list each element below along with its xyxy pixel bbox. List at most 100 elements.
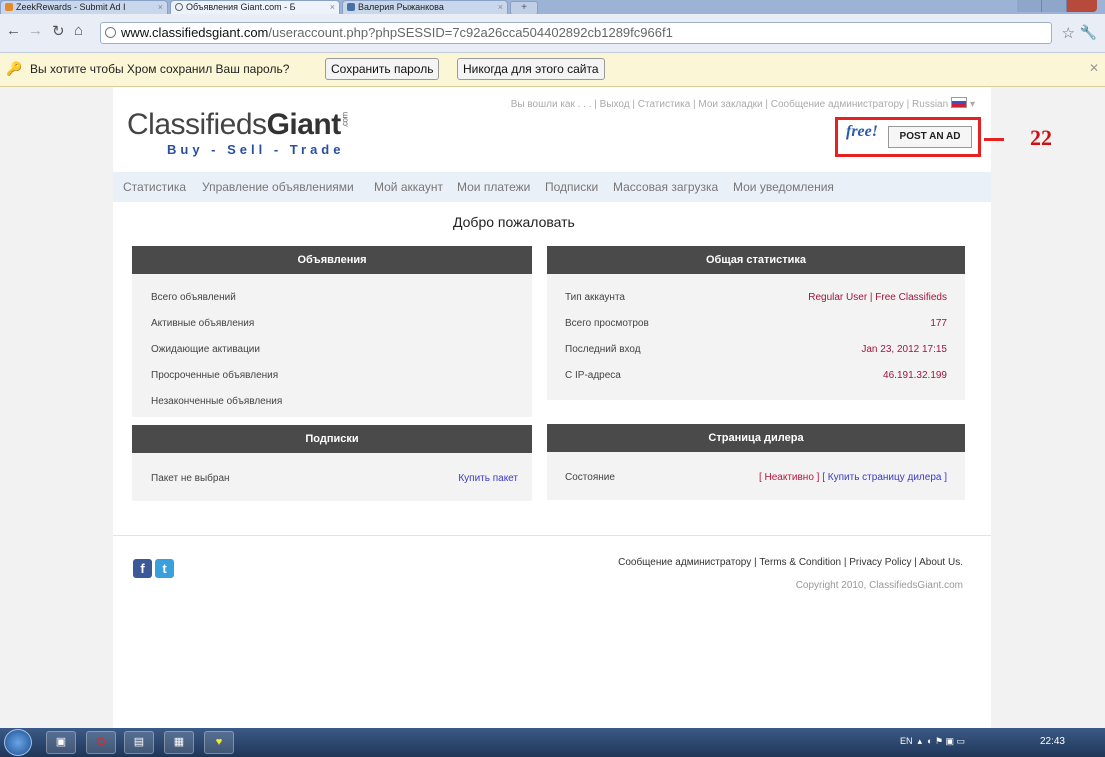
subs-box-body: Пакет не выбран Купить пакет (132, 453, 532, 501)
dealer-status-label: Состояние (565, 472, 615, 483)
footer-divider (113, 535, 991, 536)
taskbar-app-icon[interactable]: ♥ (204, 731, 234, 754)
window-controls (1017, 0, 1097, 12)
post-ad-button[interactable]: POST AN AD (888, 126, 972, 148)
language-indicator[interactable]: EN (900, 736, 913, 746)
pending-ads-label: Ожидающие активации (151, 344, 260, 355)
nav-notifications[interactable]: Мои уведомления (733, 180, 834, 194)
stats-box-body: Тип аккаунта Regular User | Free Classif… (547, 274, 965, 400)
account-type-value: Regular User | Free Classifieds (808, 292, 947, 303)
save-password-button[interactable]: Сохранить пароль (325, 58, 440, 80)
new-tab-button[interactable]: + (510, 1, 538, 15)
address-bar[interactable]: www.classifiedsgiant.com/useraccount.php… (100, 22, 1052, 44)
tab-vk[interactable]: Валерия Рыжанкова × (342, 0, 508, 14)
back-icon[interactable]: ← (6, 22, 21, 39)
never-save-button[interactable]: Никогда для этого сайта (457, 58, 605, 80)
subs-box-header: Подписки (132, 425, 532, 453)
tab-title: ZeekRewards - Submit Ad I (16, 2, 126, 12)
buy-package-link[interactable]: Купить пакет (458, 473, 518, 484)
buy-dealer-page-link[interactable]: [ Купить страницу дилера ] (822, 472, 947, 483)
free-badge: free! (846, 123, 878, 140)
close-tab-icon[interactable]: × (330, 1, 335, 14)
close-tab-icon[interactable]: × (158, 1, 163, 14)
last-login-value: Jan 23, 2012 17:15 (861, 344, 947, 355)
clock[interactable]: 22:43 (1040, 736, 1065, 747)
top-links-text[interactable]: Вы вошли как . . . | Выход | Статистика … (511, 99, 948, 110)
top-links[interactable]: Вы вошли как . . . | Выход | Статистика … (511, 97, 975, 110)
nav-manage-ads[interactable]: Управление объявлениями (202, 180, 354, 194)
nav-statistics[interactable]: Статистика (123, 180, 186, 194)
close-tab-icon[interactable]: × (498, 1, 503, 14)
dealer-status-value: [ Неактивно ] [ Купить страницу дилера ] (759, 472, 947, 483)
ip-address-value: 46.191.32.199 (883, 370, 947, 381)
ads-box-body: Всего объявлений Активные объявления Ожи… (132, 274, 532, 417)
taskbar-opera-icon[interactable]: O (86, 731, 116, 754)
total-views-label: Всего просмотров (565, 318, 649, 329)
page-content: ClassifiedsGiant.com Buy - Sell - Trade … (113, 87, 991, 728)
last-login-label: Последний вход (565, 344, 641, 355)
stats-box-header: Общая статистика (547, 246, 965, 274)
maximize-button[interactable] (1042, 0, 1067, 12)
russian-flag-icon[interactable] (951, 97, 968, 108)
copyright-text: Copyright 2010, ClassifiedsGiant.com (795, 580, 963, 591)
page-info-icon[interactable] (105, 27, 116, 38)
annotation-pointer (984, 138, 1004, 141)
dealer-box-body: Состояние [ Неактивно ] [ Купить страниц… (547, 452, 965, 500)
tab-title: Валерия Рыжанкова (358, 2, 444, 12)
infobar-message: Вы хотите чтобы Хром сохранил Ваш пароль… (30, 62, 290, 76)
no-package-label: Пакет не выбран (151, 473, 230, 484)
wrench-menu-icon[interactable]: 🔧 (1080, 24, 1097, 41)
tab-classifieds[interactable]: Объявления Giant.com - Б × (170, 0, 340, 14)
nav-my-payments[interactable]: Мои платежи (457, 180, 530, 194)
dealer-box-header: Страница дилера (547, 424, 965, 452)
annotation-number: 22 (1030, 125, 1052, 150)
chevron-down-icon[interactable]: ▾ (970, 99, 975, 110)
twitter-icon[interactable]: t (155, 559, 174, 578)
welcome-heading: Добро пожаловать (453, 214, 575, 230)
post-ad-highlight: free! POST AN AD (835, 117, 981, 157)
total-views-value: 177 (930, 318, 947, 329)
ip-address-label: С IP-адреса (565, 370, 621, 381)
forward-icon[interactable]: → (28, 22, 43, 39)
url-path: /useraccount.php?phpSESSID=7c92a26cca504… (268, 25, 673, 40)
home-icon[interactable]: ⌂ (74, 22, 83, 39)
nav-bulk-upload[interactable]: Массовая загрузка (613, 180, 718, 194)
taskbar-explorer-icon[interactable]: ▣ (46, 731, 76, 754)
site-logo[interactable]: ClassifiedsGiant.com Buy - Sell - Trade (127, 105, 353, 158)
total-ads-label: Всего объявлений (151, 292, 236, 303)
reload-icon[interactable]: ↻ (52, 22, 65, 40)
favicon-icon (175, 3, 183, 11)
windows-taskbar: ▣ O ▤ ▦ ♥ EN ▴ ◐ ⚑ ▣ ▭ 22:43 (0, 728, 1105, 757)
account-type-label: Тип аккаунта (565, 292, 625, 303)
facebook-icon[interactable]: f (133, 559, 152, 578)
taskbar-app-icon[interactable]: ▦ (164, 731, 194, 754)
close-infobar-icon[interactable]: ✕ (1089, 61, 1099, 75)
logo-text-bold: Giant (266, 108, 342, 141)
expired-ads-label: Просроченные объявления (151, 370, 279, 381)
logo-domain: .com (340, 112, 350, 128)
minimize-button[interactable] (1017, 0, 1042, 12)
account-nav: Статистика Управление объявлениями Мой а… (113, 172, 991, 202)
url-host: www.classifiedsgiant.com (121, 25, 269, 40)
footer-links[interactable]: Сообщение администратору | Terms & Condi… (618, 557, 963, 568)
start-button[interactable] (4, 729, 32, 756)
key-icon: 🔑 (6, 61, 23, 76)
tab-zeekrewards[interactable]: ZeekRewards - Submit Ad I × (0, 0, 168, 14)
favicon-icon (5, 3, 13, 11)
tab-title: Объявления Giant.com - Б (186, 2, 296, 12)
logo-tagline: Buy - Sell - Trade (167, 142, 345, 157)
system-tray[interactable]: EN ▴ ◐ ⚑ ▣ ▭ (900, 736, 965, 747)
favicon-icon (347, 3, 355, 11)
logo-text: Classifieds (127, 108, 267, 141)
nav-subscriptions[interactable]: Подписки (545, 180, 598, 194)
ads-box-header: Объявления (132, 246, 532, 274)
browser-tab-bar: ZeekRewards - Submit Ad I × Объявления Gi… (0, 0, 1105, 15)
taskbar-app-icon[interactable]: ▤ (124, 731, 154, 754)
active-ads-label: Активные объявления (151, 318, 255, 329)
password-infobar: 🔑 Вы хотите чтобы Хром сохранил Ваш паро… (0, 53, 1105, 87)
browser-toolbar: ← → ↻ ⌂ www.classifiedsgiant.com/useracc… (0, 14, 1105, 53)
inactive-status: [ Неактивно ] (758, 472, 820, 483)
nav-my-account[interactable]: Мой аккаунт (374, 180, 443, 194)
incomplete-ads-label: Незаконченные объявления (151, 396, 283, 407)
bookmark-star-icon[interactable]: ☆ (1062, 24, 1075, 42)
